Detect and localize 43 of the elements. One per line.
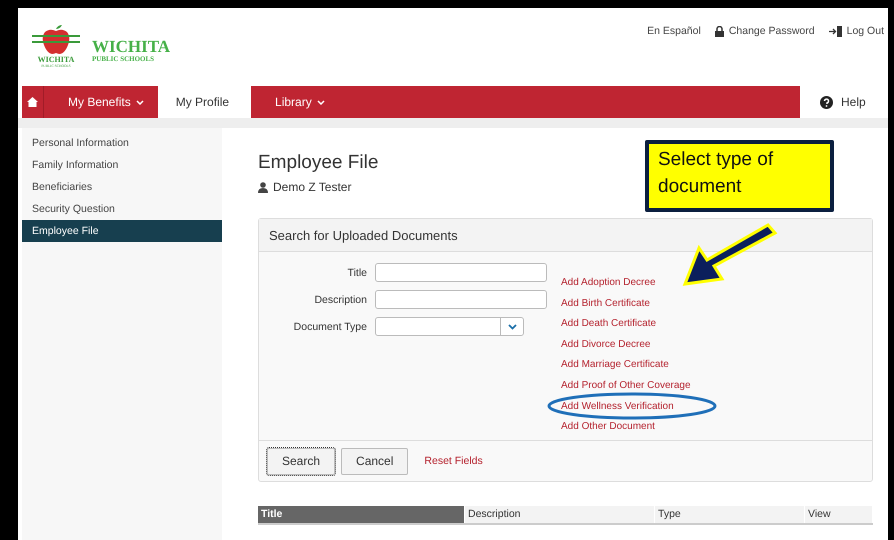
sidebar-item[interactable]: Security Question [22,198,222,220]
add-document-link[interactable]: Add Divorce Decree [561,334,650,356]
text-field[interactable] [375,290,547,309]
add-document-link[interactable]: Add Marriage Certificate [561,355,669,376]
header-link[interactable]: Change Password [714,25,815,37]
home-icon [27,97,38,107]
logout-icon [828,26,842,36]
sidebar-item[interactable]: Employee File [22,220,222,242]
field-label: Description [313,294,367,306]
column-header[interactable]: View [805,506,873,523]
page-title: Employee File [258,152,378,174]
header-link[interactable]: En Español [647,25,701,37]
column-header[interactable]: Description [465,506,655,523]
add-document-link[interactable]: Add Adoption Decree [561,273,656,294]
apple-logo-icon [30,25,82,55]
user-name: Demo Z Tester [273,180,352,194]
chevron-down-icon [508,324,516,330]
column-header[interactable]: Title [258,506,465,523]
text-field[interactable] [375,263,547,282]
help-icon [820,96,833,108]
add-document-link[interactable]: Add Proof of Other Coverage [561,376,691,397]
brand-title: WICHITA [92,38,170,55]
reset-fields-link[interactable]: Reset Fields [424,455,483,467]
sidebar-item[interactable]: Personal Information [22,132,222,154]
nav-tab[interactable]: My Profile [158,86,252,118]
form-button[interactable]: Cancel [341,448,408,474]
add-document-link[interactable]: Add Other Document [561,417,655,438]
field-label: Title [346,266,367,278]
logo-badge-title: WICHITA [38,55,74,64]
add-document-link[interactable]: Add Birth Certificate [561,294,650,314]
header-link[interactable]: Log Out [828,25,884,37]
panel-title: Search for Uploaded Documents [269,228,458,242]
column-header[interactable]: Type [655,506,805,523]
lock-icon [714,26,724,36]
help-link[interactable]: Help [820,86,866,118]
person-icon [258,182,268,192]
sidebar-item[interactable]: Family Information [22,154,222,176]
form-button[interactable]: Search [267,448,336,474]
callout-box: Select type of document [645,140,834,212]
sidebar-item[interactable]: Beneficiaries [22,176,222,198]
add-document-link[interactable]: Add Death Certificate [561,314,656,335]
document-type-select[interactable] [375,317,524,336]
field-label: Document Type [292,320,367,332]
